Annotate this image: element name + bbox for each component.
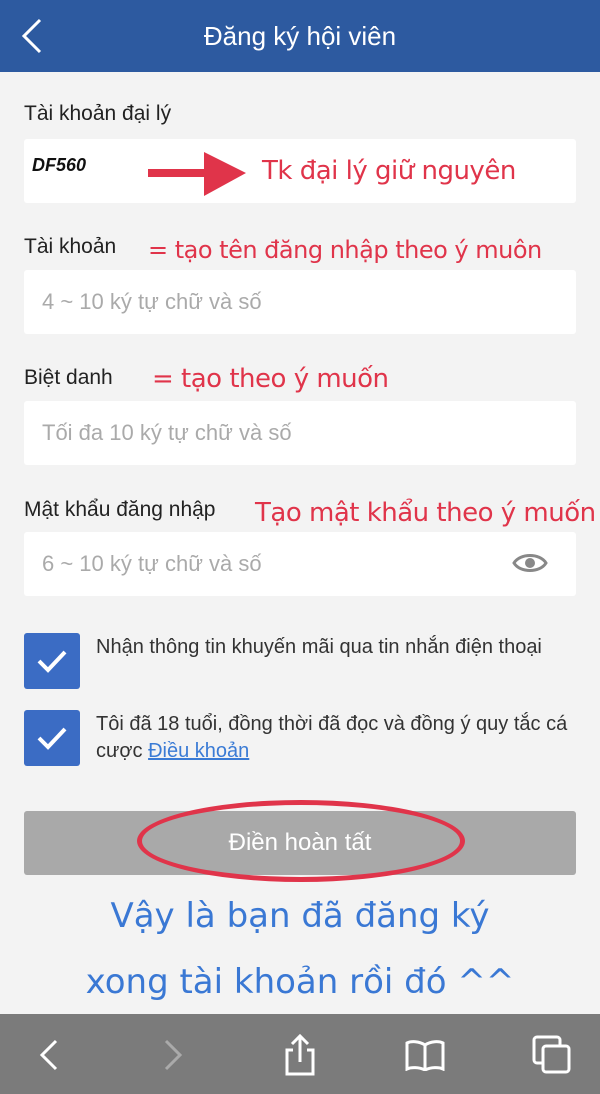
bookmarks-button[interactable] (400, 1030, 450, 1080)
agent-account-label: Tài khoản đại lý (24, 102, 172, 125)
eye-icon[interactable] (512, 550, 548, 582)
back-arrow-button[interactable] (24, 1030, 74, 1080)
share-icon (285, 1034, 315, 1076)
done-note-line2: xong tài khoản rồi đó ^^ (85, 962, 515, 1002)
header-bar: Đăng ký hội viên (0, 0, 600, 72)
tabs-icon (532, 1035, 571, 1074)
terms-checkbox[interactable] (24, 710, 80, 766)
promo-checkbox-text: Nhận thông tin khuyến mãi qua tin nhắn đ… (96, 636, 542, 658)
nickname-note: = tạo theo ý muốn (152, 364, 389, 394)
account-note: = tạo tên đăng nhập theo ý muôn (148, 236, 542, 264)
nickname-input[interactable]: Tối đa 10 ký tự chữ và số (24, 401, 576, 465)
forward-arrow-button[interactable] (148, 1030, 198, 1080)
terms-checkbox-text: Tôi đã 18 tuổi, đồng thời đã đọc và đồng… (96, 711, 576, 765)
password-note: Tạo mật khẩu theo ý muốn (255, 498, 596, 528)
check-icon (37, 727, 67, 750)
browser-toolbar (0, 1014, 600, 1094)
account-label: Tài khoản (24, 235, 117, 258)
submit-button[interactable]: Điền hoàn tất (24, 811, 576, 875)
account-placeholder: 4 ~ 10 ký tự chữ và số (42, 289, 262, 314)
promo-checkbox[interactable] (24, 633, 80, 689)
tabs-button[interactable] (527, 1030, 577, 1080)
nickname-label: Biệt danh (24, 366, 113, 389)
password-label: Mật khẩu đăng nhập (24, 498, 216, 521)
agent-account-value: DF560 (32, 155, 87, 175)
forward-arrow-icon (164, 1039, 183, 1071)
bookmarks-icon (405, 1040, 445, 1071)
password-input[interactable]: 6 ~ 10 ký tự chữ và số (24, 532, 576, 596)
password-placeholder: 6 ~ 10 ký tự chữ và số (42, 551, 262, 576)
submit-label: Điền hoàn tất (228, 829, 372, 856)
page-title: Đăng ký hội viên (203, 21, 397, 51)
agent-note: Tk đại lý giữ nguyên (262, 156, 516, 186)
terms-link[interactable]: Điều khoản (148, 740, 249, 762)
nickname-placeholder: Tối đa 10 ký tự chữ và số (42, 420, 292, 445)
check-icon (37, 650, 67, 673)
account-input[interactable]: 4 ~ 10 ký tự chữ và số (24, 270, 576, 334)
share-button[interactable] (275, 1030, 325, 1080)
done-note-line1: Vậy là bạn đã đăng ký (110, 896, 490, 936)
back-arrow-icon (39, 1039, 58, 1071)
red-arrow-annotation (148, 152, 246, 196)
